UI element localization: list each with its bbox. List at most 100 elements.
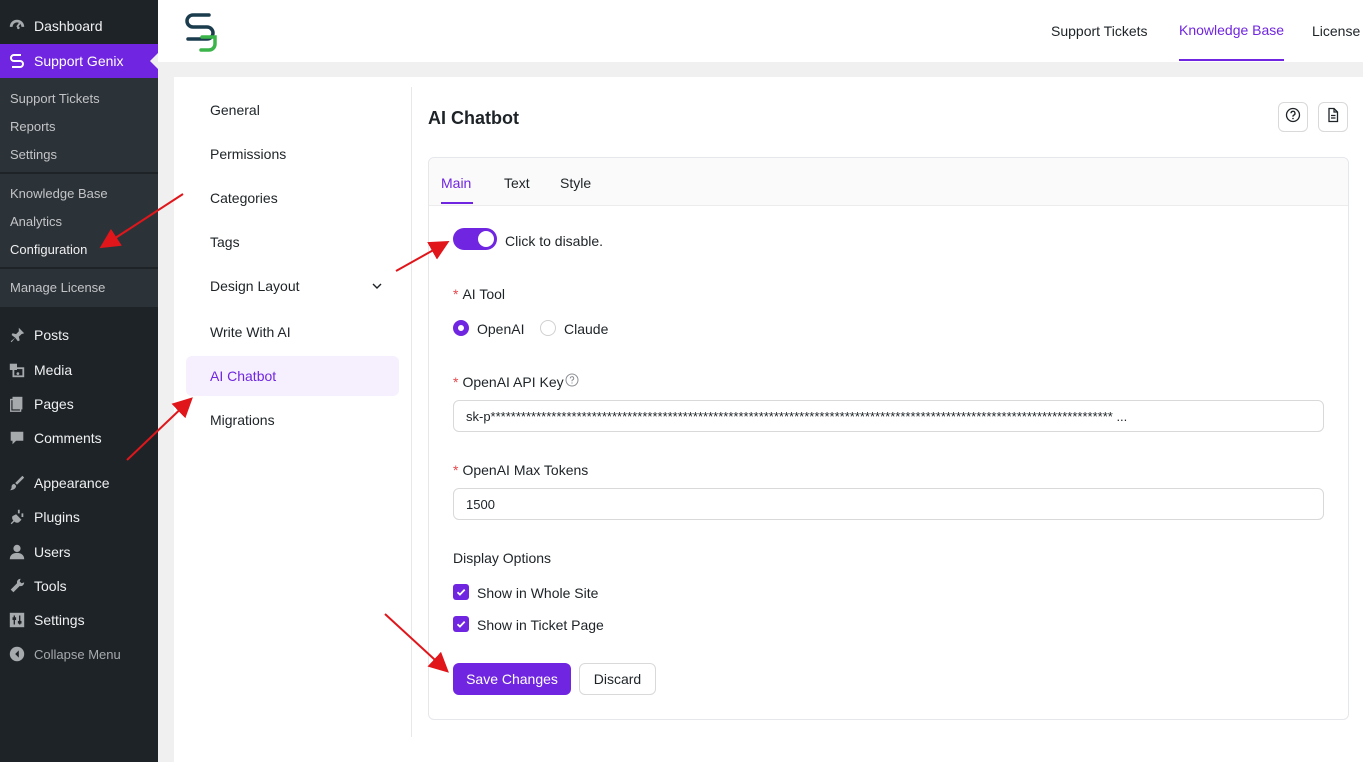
pin-icon [6,325,28,345]
required-asterisk: * [453,286,459,302]
plug-icon [6,507,28,527]
wp-menu-label: Settings [34,612,85,628]
radio-claude-label[interactable]: Claude [564,321,608,337]
ai-tool-label-text: AI Tool [462,286,505,302]
wp-submenu-settings[interactable]: Settings [10,147,57,162]
wp-menu-pages[interactable]: Pages [0,387,158,421]
user-icon [6,542,28,562]
wp-menu-tools[interactable]: Tools [0,569,158,603]
wp-submenu-manage-license[interactable]: Manage License [10,280,105,295]
wp-menu-appearance[interactable]: Appearance [0,466,158,500]
wp-collapse-menu[interactable]: Collapse Menu [0,637,158,671]
nav-divider [411,87,412,737]
check-icon [456,588,466,596]
tab-main[interactable]: Main [441,175,471,191]
ai-tool-label: * AI Tool [453,286,505,302]
wp-submenu-knowledge-base[interactable]: Knowledge Base [10,186,108,201]
question-circle-icon [1285,107,1301,128]
chatbot-enable-toggle[interactable] [453,228,497,250]
required-asterisk: * [453,374,459,390]
settings-nav-permissions[interactable]: Permissions [186,134,399,174]
wp-menu-label: Comments [34,430,102,446]
pages-icon [6,394,28,414]
chevron-down-icon [371,279,383,295]
wp-menu-plugins[interactable]: Plugins [0,500,158,534]
settings-nav-design-layout[interactable]: Design Layout [186,266,399,306]
document-icon [1325,107,1341,128]
settings-panel: General Permissions Categories Tags Desi… [174,77,1363,762]
media-icon [6,360,28,380]
wp-submenu-reports[interactable]: Reports [10,119,56,134]
wp-menu-label: Posts [34,327,70,343]
discard-button[interactable]: Discard [579,663,656,695]
wp-menu-label: Dashboard [34,18,103,34]
wp-submenu-support-tickets[interactable]: Support Tickets [10,91,100,106]
radio-openai-label[interactable]: OpenAI [477,321,524,337]
help-button[interactable] [1278,102,1308,132]
dashboard-icon [6,16,28,36]
wp-menu-label: Tools [34,578,67,594]
checkbox-show-whole-site-label[interactable]: Show in Whole Site [477,585,598,601]
max-tokens-label: * OpenAI Max Tokens [453,462,588,478]
wp-admin-sidebar: Dashboard Support Genix Support Tickets … [0,0,158,762]
wp-menu-settings[interactable]: Settings [0,603,158,637]
settings-nav-categories[interactable]: Categories [186,178,399,218]
display-options-label: Display Options [453,550,552,566]
plugin-header: Support Tickets Knowledge Base License [158,0,1363,62]
wrench-icon [6,576,28,596]
header-tab-support-tickets[interactable]: Support Tickets [1051,0,1148,61]
wp-menu-label: Pages [34,396,74,412]
active-tab-indicator [441,202,473,204]
checkbox-show-ticket-page-label[interactable]: Show in Ticket Page [477,617,604,633]
save-changes-button[interactable]: Save Changes [453,663,571,695]
wp-menu-posts[interactable]: Posts [0,318,158,352]
tab-style[interactable]: Style [560,175,591,191]
settings-nav-ai-chatbot[interactable]: AI Chatbot [186,356,399,396]
settings-nav-general[interactable]: General [186,90,399,130]
radio-openai[interactable] [453,320,469,336]
tab-text[interactable]: Text [504,175,530,191]
page-title: AI Chatbot [428,108,519,128]
wp-menu-support-genix[interactable]: Support Genix [0,44,158,78]
settings-sliders-icon [6,610,28,630]
openai-api-key-input[interactable] [453,400,1324,432]
wp-submenu: Support Tickets Reports Settings Knowled… [0,78,158,307]
wp-menu-users[interactable]: Users [0,535,158,569]
wp-menu-label: Media [34,362,73,378]
checkbox-show-ticket-page[interactable] [453,616,469,632]
api-key-label: * OpenAI API Key [453,374,564,390]
required-asterisk: * [453,462,459,478]
header-tab-knowledge-base[interactable]: Knowledge Base [1179,0,1285,61]
settings-nav-write-with-ai[interactable]: Write With AI [186,312,399,352]
checkbox-show-whole-site[interactable] [453,584,469,600]
settings-nav-migrations[interactable]: Migrations [186,400,399,440]
openai-max-tokens-input[interactable] [453,488,1324,520]
wp-menu-label: Support Genix [34,53,124,69]
max-tokens-label-text: OpenAI Max Tokens [462,462,589,478]
comments-icon [6,428,28,448]
card-tabs: Main Text Style [429,158,1348,206]
chatbot-settings-card: Main Text Style Click to disable. * AI To… [428,157,1349,720]
settings-nav-tags[interactable]: Tags [186,222,399,262]
wp-menu-label: Appearance [34,475,110,491]
header-tab-license[interactable]: License [1312,0,1360,61]
settings-nav-label: Design Layout [210,278,300,294]
wp-menu-label: Collapse Menu [34,646,121,662]
info-question-icon[interactable] [565,373,579,392]
toggle-knob [478,231,494,247]
wp-menu-dashboard[interactable]: Dashboard [0,9,158,43]
support-genix-logo[interactable] [182,10,220,57]
wp-submenu-configuration[interactable]: Configuration [10,242,87,257]
check-icon [456,620,466,628]
documentation-button[interactable] [1318,102,1348,132]
submenu-divider [0,267,158,269]
paintbrush-icon [6,473,28,493]
collapse-arrow-icon [6,644,28,664]
toggle-label: Click to disable. [505,233,604,249]
wp-menu-comments[interactable]: Comments [0,421,158,455]
wp-submenu-analytics[interactable]: Analytics [10,214,62,229]
api-key-label-text: OpenAI API Key [462,374,564,390]
wp-menu-media[interactable]: Media [0,353,158,387]
wp-menu-label: Plugins [34,509,80,525]
radio-claude[interactable] [540,320,556,336]
